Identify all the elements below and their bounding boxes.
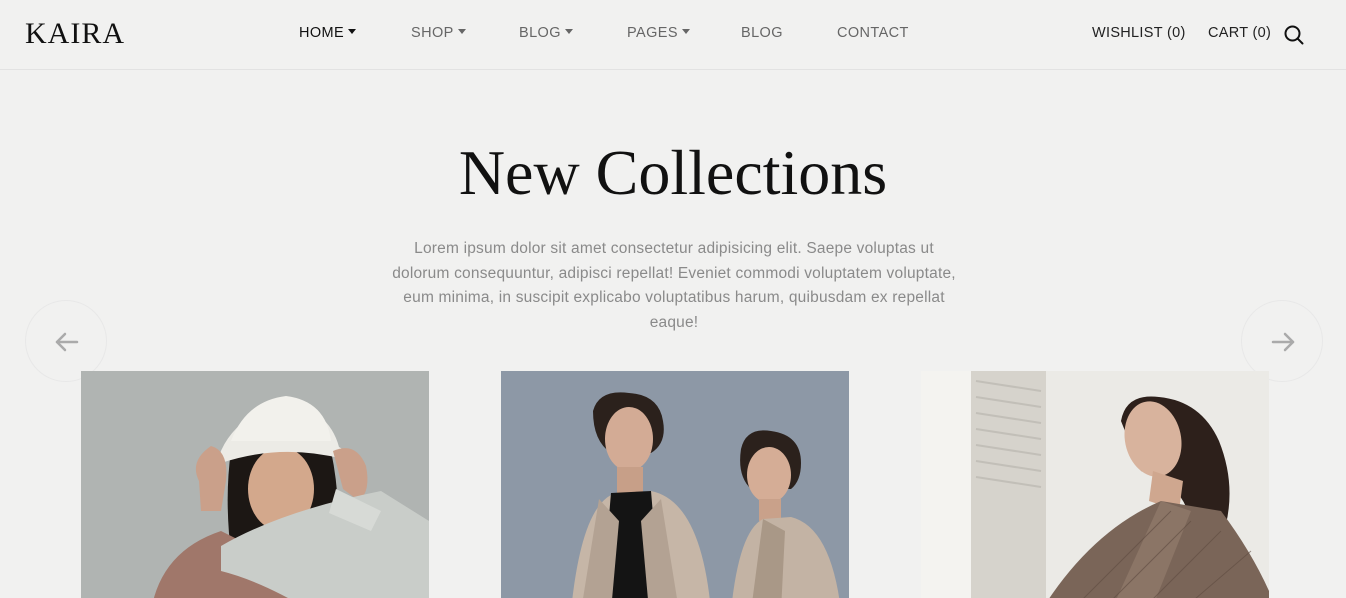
search-icon[interactable]	[1283, 24, 1305, 46]
nav-item-label: HOME	[299, 25, 345, 41]
nav-item-contact[interactable]: CONTACT	[837, 25, 909, 41]
hero-title: New Collections	[458, 137, 888, 208]
site-header: KAIRA HOME SHOP BLOG PAGES BLOG CONTACT …	[0, 0, 1346, 70]
caret-down-icon	[348, 29, 357, 34]
nav-item-label: SHOP	[411, 25, 454, 41]
nav-item-label: BLOG	[519, 25, 561, 41]
product-card[interactable]	[81, 371, 429, 598]
arrow-left-icon	[55, 332, 79, 352]
nav-item-label: CONTACT	[837, 25, 909, 41]
caret-down-icon	[681, 29, 690, 34]
nav-item-label: PAGES	[627, 25, 678, 41]
caret-down-icon	[457, 29, 466, 34]
slider-prev-button[interactable]	[25, 300, 107, 382]
nav-item-label: BLOG	[741, 25, 783, 41]
cart-link[interactable]: CART (0)	[1208, 25, 1271, 41]
hero-description: Lorem ipsum dolor sit amet consectetur a…	[392, 240, 956, 331]
product-card[interactable]	[921, 371, 1269, 598]
nav-item-shop[interactable]: SHOP	[411, 25, 466, 41]
wishlist-link[interactable]: WISHLIST (0)	[1092, 25, 1186, 41]
woman-plaid-blazer-photo	[921, 371, 1269, 598]
two-women-trench-coats-photo	[501, 371, 849, 598]
nav-item-pages[interactable]: PAGES	[627, 25, 690, 41]
nav-item-blog[interactable]: BLOG	[741, 25, 783, 41]
arrow-right-icon	[1271, 332, 1295, 352]
woman-white-bucket-hat-photo	[81, 371, 429, 598]
nav-item-home[interactable]: HOME	[299, 25, 357, 41]
nav-item-blog-dropdown[interactable]: BLOG	[519, 25, 573, 41]
slider-next-button[interactable]	[1241, 300, 1323, 382]
product-card[interactable]	[501, 371, 849, 598]
caret-down-icon	[564, 29, 573, 34]
